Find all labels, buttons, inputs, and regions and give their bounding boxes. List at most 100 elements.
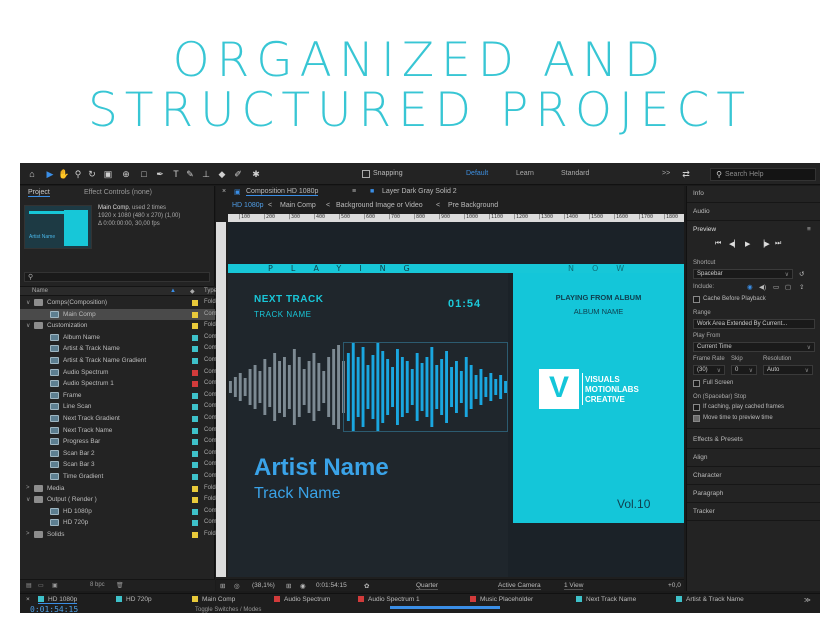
collapse-arrow-icon[interactable]: ∨ xyxy=(26,299,30,306)
include-layers-icon[interactable]: ▢ xyxy=(785,283,791,291)
timeline-tab[interactable]: HD 1080p xyxy=(38,596,78,604)
frame-rate-select[interactable]: (30) ∨ xyxy=(693,365,725,375)
full-screen-checkbox[interactable] xyxy=(693,380,700,387)
label-color-swatch[interactable] xyxy=(192,357,198,364)
panel-tracker[interactable]: Tracker xyxy=(693,508,715,515)
play-icon[interactable]: ▶ xyxy=(745,240,750,248)
resolution-select[interactable]: Quarter xyxy=(416,582,439,590)
project-item[interactable]: Next Track Gradient Compo xyxy=(20,413,223,425)
new-folder-icon[interactable]: ▭ xyxy=(38,582,44,589)
if-caching-checkbox[interactable] xyxy=(693,404,700,411)
project-item[interactable]: Scan Bar 3 Compo xyxy=(20,459,223,471)
project-item[interactable]: ∨ Comps(Composition) Folder xyxy=(20,297,221,309)
comp-lock-icon[interactable]: ▣ xyxy=(234,188,241,196)
menu-icon[interactable]: ≡ xyxy=(807,226,811,233)
panel-paragraph[interactable]: Paragraph xyxy=(693,490,723,497)
workspace-more[interactable]: >> xyxy=(662,170,670,177)
project-item[interactable]: Line Scan Compo xyxy=(20,401,223,413)
label-color-swatch[interactable] xyxy=(192,392,198,399)
bpc-label[interactable]: 8 bpc xyxy=(90,582,105,588)
project-search-input[interactable]: ⚲ xyxy=(24,272,210,282)
project-item[interactable]: ∨ Output ( Render ) Folder xyxy=(20,494,221,506)
timeline-tab[interactable]: Music Placeholder xyxy=(470,596,533,603)
panel-audio[interactable]: Audio xyxy=(693,208,710,215)
eraser-tool-icon[interactable]: ◆ xyxy=(216,168,228,180)
label-color-swatch[interactable] xyxy=(192,462,198,469)
project-item[interactable]: ∨ Customization Folder xyxy=(20,320,221,332)
sort-up-icon[interactable]: ▲ xyxy=(170,288,176,294)
label-color-swatch[interactable] xyxy=(192,473,198,480)
zoom-tool-icon[interactable]: ⚲ xyxy=(72,168,84,180)
grid-icon[interactable]: ⊞ xyxy=(286,582,291,590)
current-time[interactable]: 0:01:54:15 xyxy=(316,582,347,589)
new-comp-icon[interactable]: ▣ xyxy=(52,582,58,589)
close-icon[interactable]: × xyxy=(222,188,226,195)
cache-before-checkbox[interactable] xyxy=(693,296,700,303)
close-icon[interactable]: × xyxy=(26,596,30,603)
range-select[interactable]: Work Area Extended By Current... xyxy=(693,319,815,329)
tab-layer[interactable]: Layer Dark Gray Solid 2 xyxy=(382,188,457,195)
crumb-main-comp[interactable]: Main Comp xyxy=(280,202,316,209)
project-item[interactable]: Audio Spectrum 1 Compo xyxy=(20,378,223,390)
project-item[interactable]: HD 1080p Compo xyxy=(20,506,223,518)
crumb-background[interactable]: Background Image or Video xyxy=(336,202,423,209)
expand-arrow-icon[interactable]: > xyxy=(26,485,30,491)
timeline-tab[interactable]: HD 720p xyxy=(116,596,152,603)
shortcut-select[interactable]: Spacebar ∨ xyxy=(693,269,793,279)
project-item[interactable]: Artist & Track Name Gradient Compo xyxy=(20,355,223,367)
crumb-pre-background[interactable]: Pre Background xyxy=(448,202,498,209)
label-color-swatch[interactable] xyxy=(192,300,198,306)
timeline-tab[interactable]: Main Comp xyxy=(192,596,235,603)
project-item[interactable]: Next Track Name Compo xyxy=(20,425,223,437)
panel-preview[interactable]: Preview xyxy=(693,226,716,233)
project-item[interactable]: Album Name Compo xyxy=(20,332,223,344)
hand-tool-icon[interactable]: ✋ xyxy=(58,168,70,180)
project-item[interactable]: Main Comp Compo xyxy=(20,308,223,321)
selection-tool-icon[interactable]: ▶ xyxy=(44,168,56,180)
project-item[interactable]: HD 720p Compo xyxy=(20,517,223,529)
label-color-swatch[interactable] xyxy=(192,497,198,504)
panel-align[interactable]: Align xyxy=(693,454,707,461)
timeline-current-time[interactable]: 0:01:54:15 xyxy=(30,605,78,613)
zoom-level[interactable]: (38,1%) xyxy=(252,582,275,589)
project-item[interactable]: Scan Bar 2 Compo xyxy=(20,448,223,460)
tab-effect-controls[interactable]: Effect Controls (none) xyxy=(84,189,152,196)
include-audio-icon[interactable]: ◀) xyxy=(759,283,766,291)
delete-icon[interactable]: 🗑 xyxy=(116,582,124,589)
play-from-select[interactable]: Current Time ∨ xyxy=(693,342,815,352)
crumb-hd1080[interactable]: HD 1080p xyxy=(232,202,264,209)
label-color-swatch[interactable] xyxy=(192,415,198,422)
roto-brush-tool-icon[interactable]: ✐ xyxy=(232,168,244,180)
label-color-swatch[interactable] xyxy=(192,381,198,388)
panel-character[interactable]: Character xyxy=(693,472,722,479)
pen-tool-icon[interactable]: ✒ xyxy=(154,168,166,180)
home-icon[interactable]: ⌂ xyxy=(26,168,38,180)
include-video-icon[interactable]: ◉ xyxy=(747,283,753,291)
brush-tool-icon[interactable]: ✎ xyxy=(184,168,196,180)
label-color-swatch[interactable] xyxy=(192,404,198,411)
reset-icon[interactable]: ↺ xyxy=(799,270,804,278)
last-frame-icon[interactable]: ⏭ xyxy=(775,240,781,248)
label-color-swatch[interactable] xyxy=(192,369,198,376)
workspace-default[interactable]: Default xyxy=(466,170,488,177)
rectangle-tool-icon[interactable]: □ xyxy=(138,168,150,180)
resolution-select[interactable]: Auto ∨ xyxy=(763,365,813,375)
mask-visibility-icon[interactable]: ◎ xyxy=(234,582,240,590)
clone-stamp-tool-icon[interactable]: ⊥ xyxy=(200,168,212,180)
toggle-switches-label[interactable]: Toggle Switches / Modes xyxy=(195,607,261,613)
comp-canvas[interactable]: PLAYING NOW NEXT TRACK TRACK NAME 01:54 … xyxy=(228,222,684,577)
search-help-field[interactable]: ⚲ Search Help xyxy=(710,168,816,181)
panel-info[interactable]: Info xyxy=(693,190,704,197)
puppet-tool-icon[interactable]: ✱ xyxy=(250,168,262,180)
label-color-swatch[interactable] xyxy=(192,427,198,434)
camera-tool-icon[interactable]: ▣ xyxy=(102,168,114,180)
workspace-standard[interactable]: Standard xyxy=(561,170,589,177)
expand-arrow-icon[interactable]: > xyxy=(26,531,30,537)
next-frame-icon[interactable]: ▕▶ xyxy=(759,240,770,248)
project-item[interactable]: Audio Spectrum Compo xyxy=(20,367,223,379)
label-color-swatch[interactable] xyxy=(192,485,198,492)
more-tabs-icon[interactable]: ≫ xyxy=(804,596,811,604)
move-time-checkbox[interactable] xyxy=(693,415,700,422)
timeline-tab[interactable]: Audio Spectrum xyxy=(274,596,330,603)
first-frame-icon[interactable]: ⏮ xyxy=(715,240,721,248)
